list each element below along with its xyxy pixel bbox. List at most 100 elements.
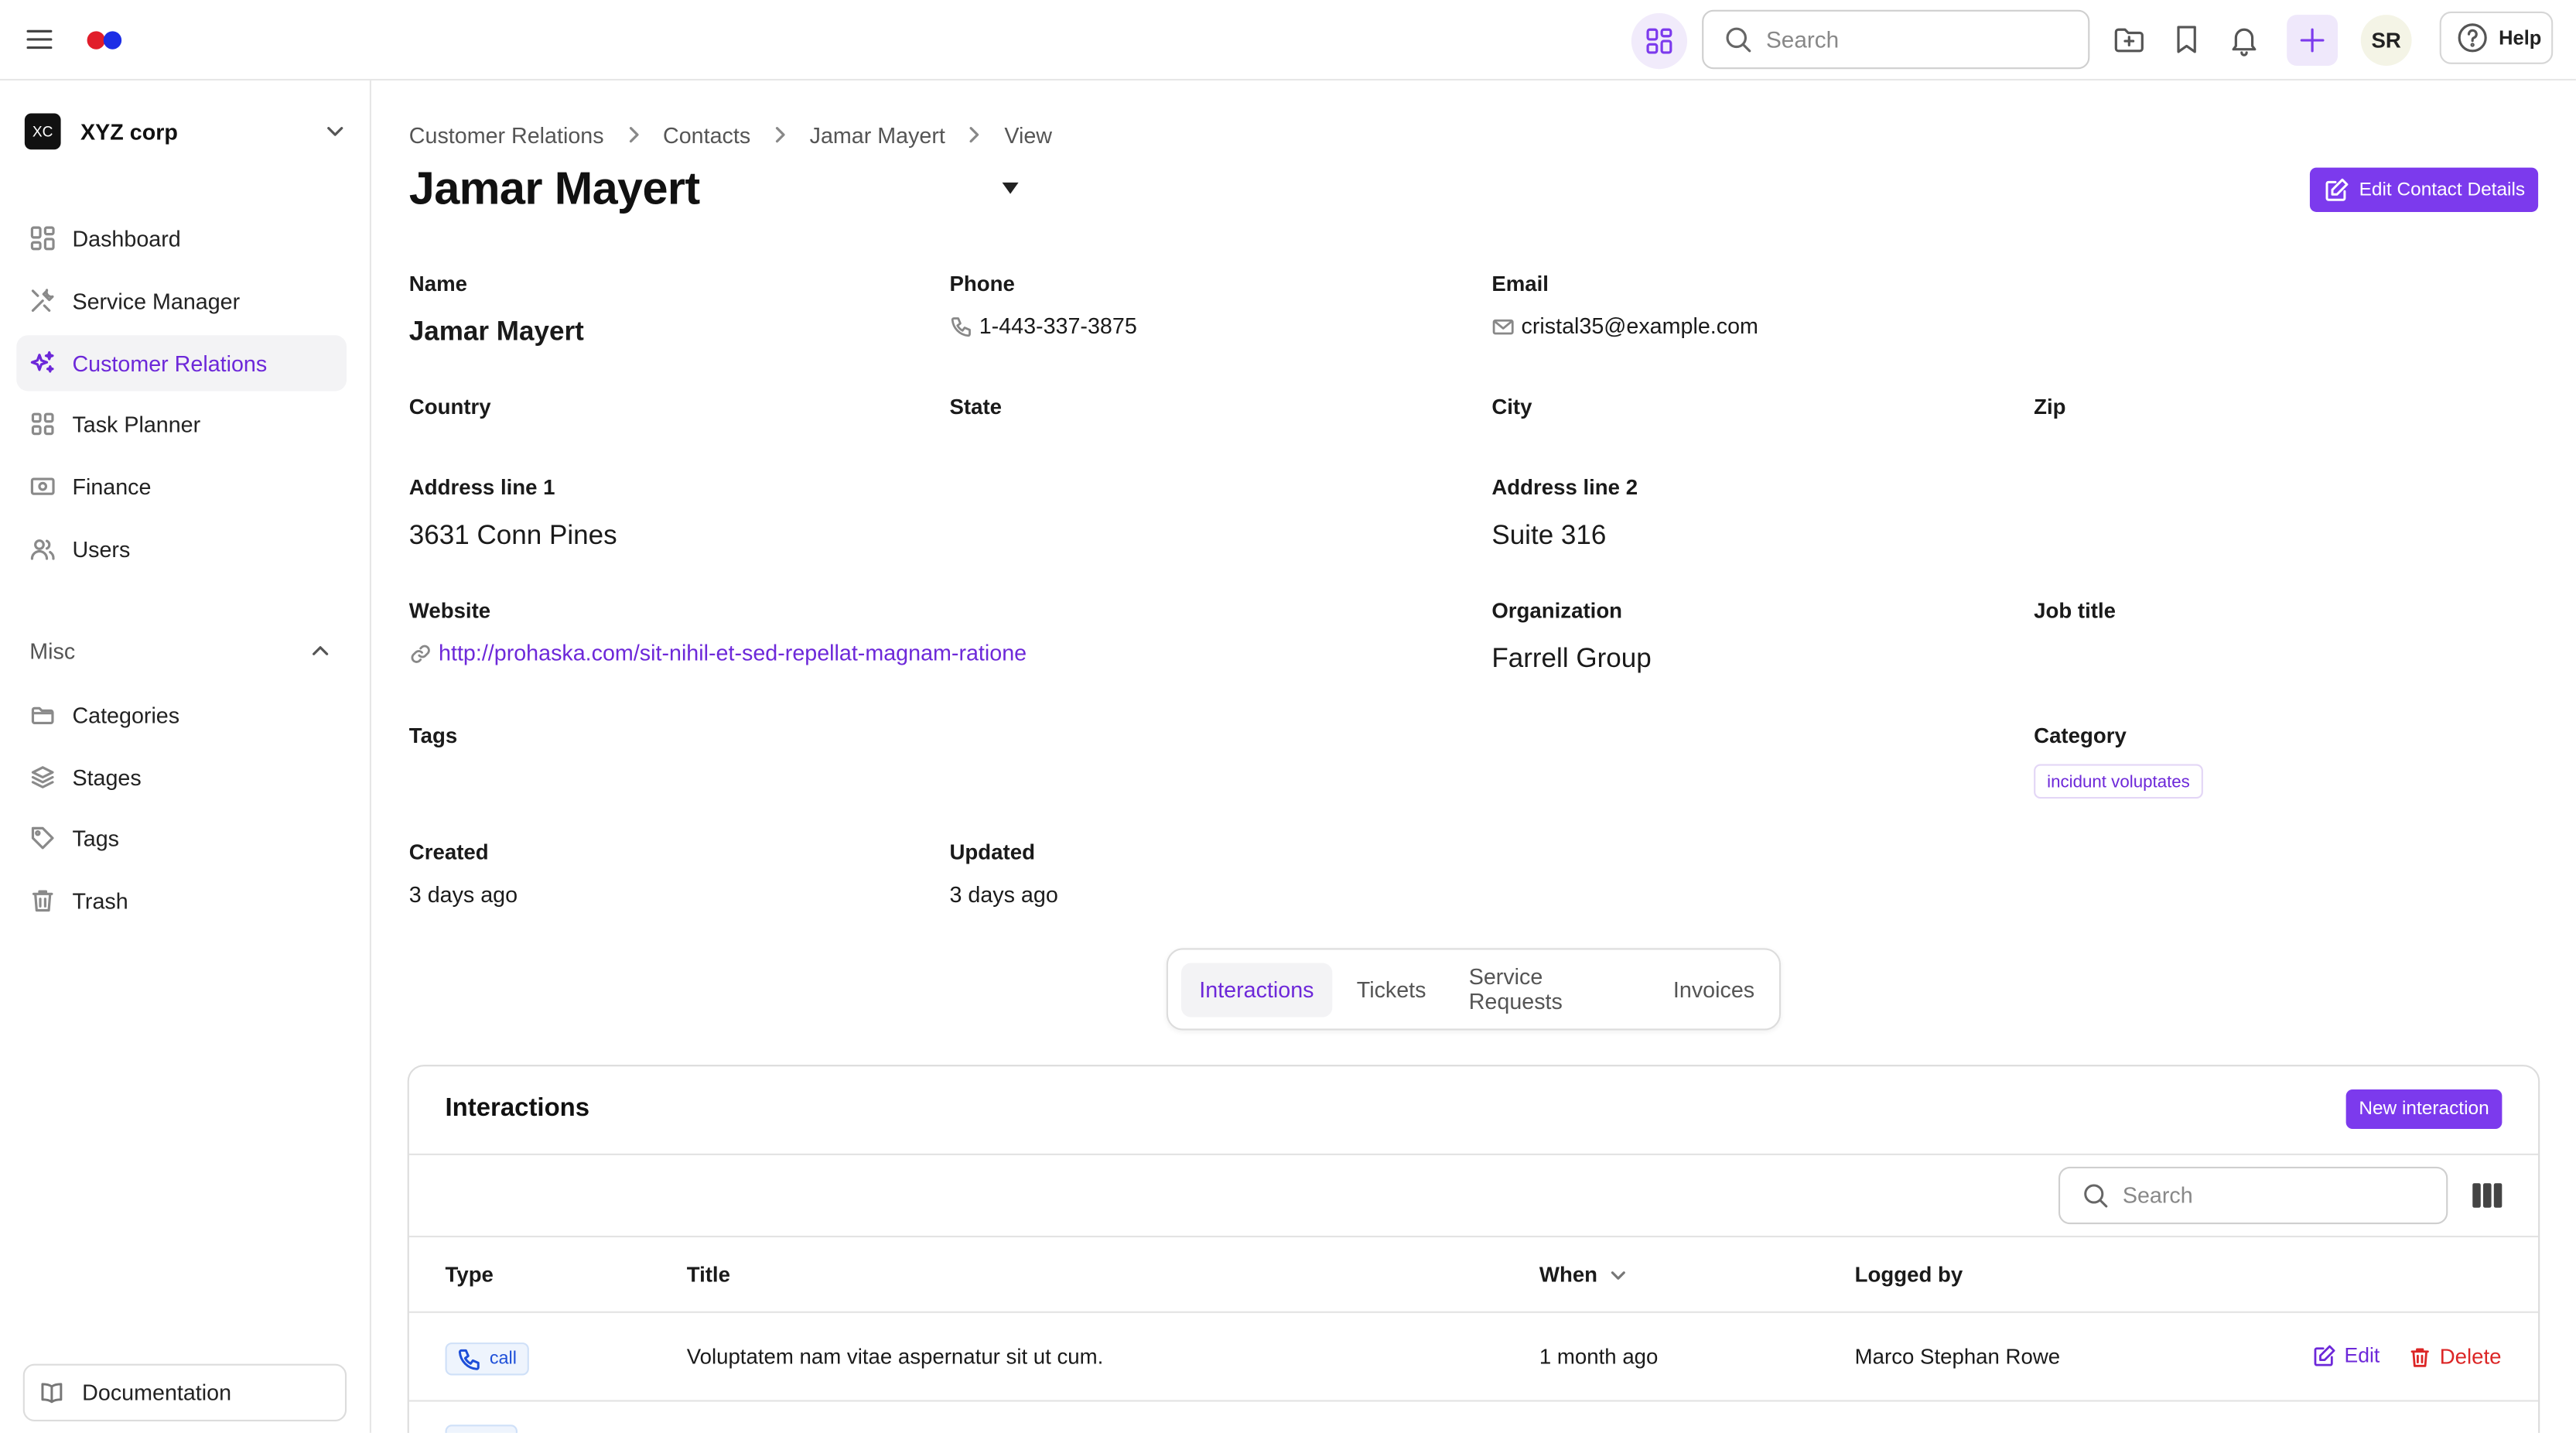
link-icon <box>409 641 432 665</box>
layers-icon <box>29 764 56 791</box>
help-button[interactable]: Help <box>2439 11 2554 64</box>
menu-icon[interactable] <box>23 23 56 56</box>
type-badge <box>445 1424 518 1433</box>
address1-value: 3631 Conn Pines <box>408 521 617 551</box>
page-title: Jamar Mayert <box>408 162 700 214</box>
table-search-input[interactable] <box>2122 1183 2419 1208</box>
tag-icon <box>29 825 56 851</box>
divider <box>408 1400 2539 1402</box>
sidebar-item-trash[interactable]: Trash <box>16 873 347 929</box>
sidebar-item-label: Task Planner <box>72 411 201 436</box>
category-badge: incidunt voluptates <box>2034 764 2203 799</box>
folder-icon <box>29 702 56 728</box>
tab-service-requests[interactable]: Service Requests <box>1450 962 1648 1016</box>
create-plus-button[interactable] <box>2287 15 2339 66</box>
row-edit-button[interactable]: Edit <box>2313 1344 2380 1367</box>
sort-chevron-down-icon <box>1609 1264 1628 1284</box>
row-delete-label: Delete <box>2439 1344 2502 1370</box>
email-label: Email <box>1491 271 1549 296</box>
edit-icon <box>2325 177 2349 202</box>
website-label: Website <box>408 598 491 623</box>
tools-icon <box>29 288 56 314</box>
sidebar-item-users[interactable]: Users <box>16 521 347 576</box>
column-header-logged-by: Logged by <box>1854 1262 1963 1287</box>
sidebar-item-stages[interactable]: Stages <box>16 749 347 805</box>
sidebar-item-label: Stages <box>72 764 142 790</box>
folder-plus-icon[interactable] <box>2111 22 2147 58</box>
top-bar: SR Help <box>0 0 2576 81</box>
sidebar-item-label: Users <box>72 536 131 562</box>
help-circle-icon <box>2456 22 2489 54</box>
edit-contact-label: Edit Contact Details <box>2359 180 2526 200</box>
plus-icon <box>2300 28 2325 53</box>
organization-label: Organization <box>1491 598 1623 623</box>
phone-value: 1-443-337-3875 <box>979 313 1137 339</box>
bell-icon[interactable] <box>2226 22 2263 58</box>
new-interaction-button[interactable]: New interaction <box>2345 1089 2503 1129</box>
trash-icon <box>29 888 56 914</box>
documentation-button[interactable]: Documentation <box>22 1363 347 1422</box>
row-edit-label: Edit <box>2344 1344 2380 1367</box>
misc-section-toggle[interactable]: Misc <box>29 636 332 665</box>
tab-invoices[interactable]: Invoices <box>1655 962 1773 1016</box>
tab-tickets[interactable]: Tickets <box>1338 962 1443 1016</box>
breadcrumb-item[interactable]: Contacts <box>663 122 750 147</box>
phone-label: Phone <box>949 271 1015 296</box>
category-label: Category <box>2034 723 2127 748</box>
help-label: Help <box>2499 26 2542 50</box>
phone-field: 1-443-337-3875 <box>949 313 1137 339</box>
sidebar-item-service-manager[interactable]: Service Manager <box>16 273 347 329</box>
row-title: Voluptatem nam vitae aspernatur sit ut c… <box>686 1344 1104 1370</box>
state-label: State <box>949 394 1003 419</box>
email-field: cristal35@example.com <box>1491 313 1758 339</box>
email-value: cristal35@example.com <box>1521 313 1758 339</box>
breadcrumb-item[interactable]: Customer Relations <box>409 122 604 147</box>
zip-label: Zip <box>2034 394 2066 419</box>
breadcrumb-item[interactable]: Jamar Mayert <box>810 122 945 147</box>
address2-label: Address line 2 <box>1491 474 1638 500</box>
sidebar-item-task-planner[interactable]: Task Planner <box>16 396 347 452</box>
sidebar-item-customer-relations[interactable]: Customer Relations <box>16 335 347 392</box>
divider <box>408 1311 2539 1313</box>
tab-interactions[interactable]: Interactions <box>1180 962 1332 1017</box>
column-header-when[interactable]: When <box>1539 1262 1629 1287</box>
edit-contact-button[interactable]: Edit Contact Details <box>2309 167 2539 212</box>
columns-icon[interactable] <box>2472 1183 2503 1208</box>
column-header-label: When <box>1539 1262 1598 1287</box>
org-badge: XC <box>24 113 61 150</box>
misc-section-label: Misc <box>29 638 76 663</box>
sidebar-item-label: Categories <box>72 702 180 727</box>
type-label: call <box>489 1349 517 1370</box>
sidebar-item-finance[interactable]: Finance <box>16 459 347 515</box>
sidebar-item-tags[interactable]: Tags <box>16 810 347 866</box>
divider <box>408 1153 2539 1155</box>
banknote-icon <box>29 474 56 500</box>
global-search[interactable] <box>1702 9 2090 70</box>
caret-down-icon[interactable] <box>1002 182 1019 194</box>
mail-icon <box>1491 315 1515 338</box>
sidebar-item-categories[interactable]: Categories <box>16 687 347 743</box>
divider <box>408 1236 2539 1238</box>
city-label: City <box>1491 394 1532 419</box>
global-search-input[interactable] <box>1765 26 2046 53</box>
row-delete-button[interactable]: Delete <box>2408 1344 2501 1369</box>
job-title-label: Job title <box>2034 598 2116 623</box>
org-switcher[interactable]: XC XYZ corp <box>24 111 347 151</box>
bookmark-icon[interactable] <box>2168 22 2205 58</box>
interactions-card: Interactions New interaction Type Title … <box>407 1065 2540 1433</box>
sidebar-item-label: Customer Relations <box>72 351 268 376</box>
app-logo[interactable] <box>87 31 127 50</box>
website-value[interactable]: http://prohaska.com/sit-nihil-et-sed-rep… <box>439 641 1027 665</box>
book-open-icon <box>39 1380 64 1405</box>
org-name: XYZ corp <box>80 118 178 144</box>
phone-icon <box>949 315 972 338</box>
chevron-right-icon <box>624 125 643 144</box>
address1-label: Address line 1 <box>408 474 555 500</box>
sidebar-item-dashboard[interactable]: Dashboard <box>16 210 347 266</box>
apps-grid-icon[interactable] <box>1631 12 1688 70</box>
organization-value: Farrell Group <box>1491 644 1652 674</box>
edit-icon <box>2313 1344 2336 1367</box>
user-avatar[interactable]: SR <box>2360 15 2412 66</box>
table-search[interactable] <box>2058 1166 2448 1225</box>
website-link[interactable]: http://prohaska.com/sit-nihil-et-sed-rep… <box>409 641 1027 665</box>
